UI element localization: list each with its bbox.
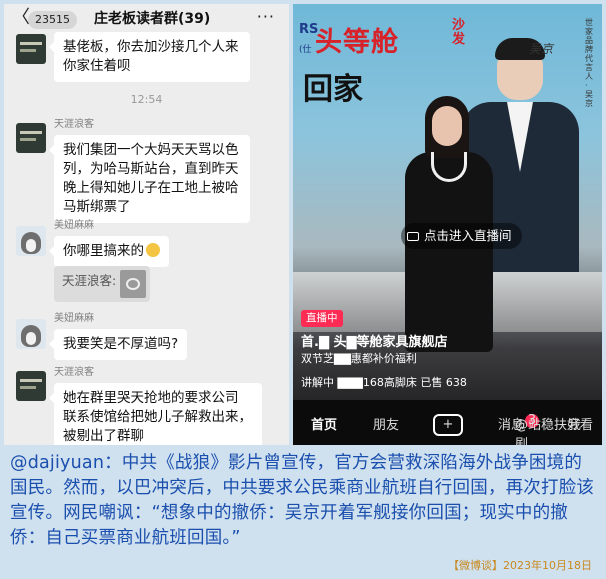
message-bubble[interactable]: 我要笑是不厚道吗? (48, 329, 188, 360)
brand-logo-sub: (仕 (299, 45, 312, 55)
shop-description: 双节芝▇▇惠都补价福利 (301, 352, 417, 365)
chat-screenshot: 〈 23515 庄老板读者群(39) ··· 基佬板，你去加沙接几个人来 你家住… (4, 4, 289, 445)
banner-title: 头等舱 (315, 27, 399, 58)
sender-name: 天涯浪客 (54, 367, 94, 378)
livestream-screenshot: RS (仕 头等舱 沙发 回家 世家品牌代言人·吴京 吴京 点击进入直播间 直播… (293, 4, 602, 445)
signature: 吴京 (529, 42, 554, 56)
caption-text: @dajiyuan：中共《战狼》影片曾宣传，官方会营救深陷海外战争困境的国民。然… (10, 453, 595, 548)
banner-home: 回家 (303, 72, 363, 107)
camera-icon (407, 232, 419, 241)
timestamp: 12:54 (130, 93, 163, 106)
nav-friends[interactable]: 朋友 (373, 414, 399, 433)
chat-header: 〈 23515 庄老板读者群(39) ··· (4, 4, 289, 34)
shop-name[interactable]: 首.▇ 头▇等舱家具旗舰店 (301, 331, 447, 350)
source-credit: 【微博谈】2023年10月18日 (448, 559, 592, 572)
product-cart-info[interactable]: 讲解中 ▇▇▇168高脚床 已售 638 (301, 374, 467, 390)
watermark: @站稳扶好看剧 (515, 418, 594, 445)
avatar[interactable] (16, 123, 46, 153)
image-thumbnail-icon (120, 270, 146, 298)
streamer-figure (395, 96, 505, 352)
nav-home[interactable]: 首页 (311, 414, 337, 433)
sender-name: 美妞麻麻 (54, 313, 94, 324)
avatar[interactable] (16, 226, 46, 256)
avatar[interactable] (16, 371, 46, 401)
message-bubble[interactable]: 她在群里哭天抢地的要求公司 联系使馆给把她儿子解救出来， 被剔出了群聊 (49, 383, 262, 445)
bottom-nav: 首页 朋友 + 消息 3 我 @站稳扶好看剧 (293, 400, 602, 445)
sender-name: 天涯浪客 (54, 119, 94, 130)
avatar[interactable] (16, 319, 46, 349)
image-frame: 〈 23515 庄老板读者群(39) ··· 基佬板，你去加沙接几个人来 你家住… (0, 0, 606, 579)
spokesperson-text: 世家品牌代言人·吴京 (585, 18, 593, 108)
avatar[interactable] (16, 34, 46, 64)
quoted-image-message[interactable]: 天涯浪客: (54, 266, 150, 302)
more-options-icon[interactable]: ··· (257, 7, 275, 26)
sender-name: 美妞麻麻 (54, 220, 94, 231)
enter-live-room-button[interactable]: 点击进入直播间 (401, 223, 522, 249)
create-plus-icon[interactable]: + (433, 414, 463, 436)
message-bubble[interactable]: 我们集团一个大妈天天骂以色 列，为哈马斯站台，直到昨天 晚上得知她儿子在工地上被… (49, 135, 250, 223)
grinning-emoji-icon (146, 243, 160, 257)
message-bubble[interactable]: 基佬板，你去加沙接几个人来 你家住着呗 (49, 32, 250, 82)
live-badge: 直播中 (301, 310, 343, 327)
message-bubble[interactable]: 你哪里搞来的 (49, 236, 169, 267)
unread-badge: 23515 (28, 11, 77, 29)
chat-title: 庄老板读者群(39) (94, 11, 211, 27)
